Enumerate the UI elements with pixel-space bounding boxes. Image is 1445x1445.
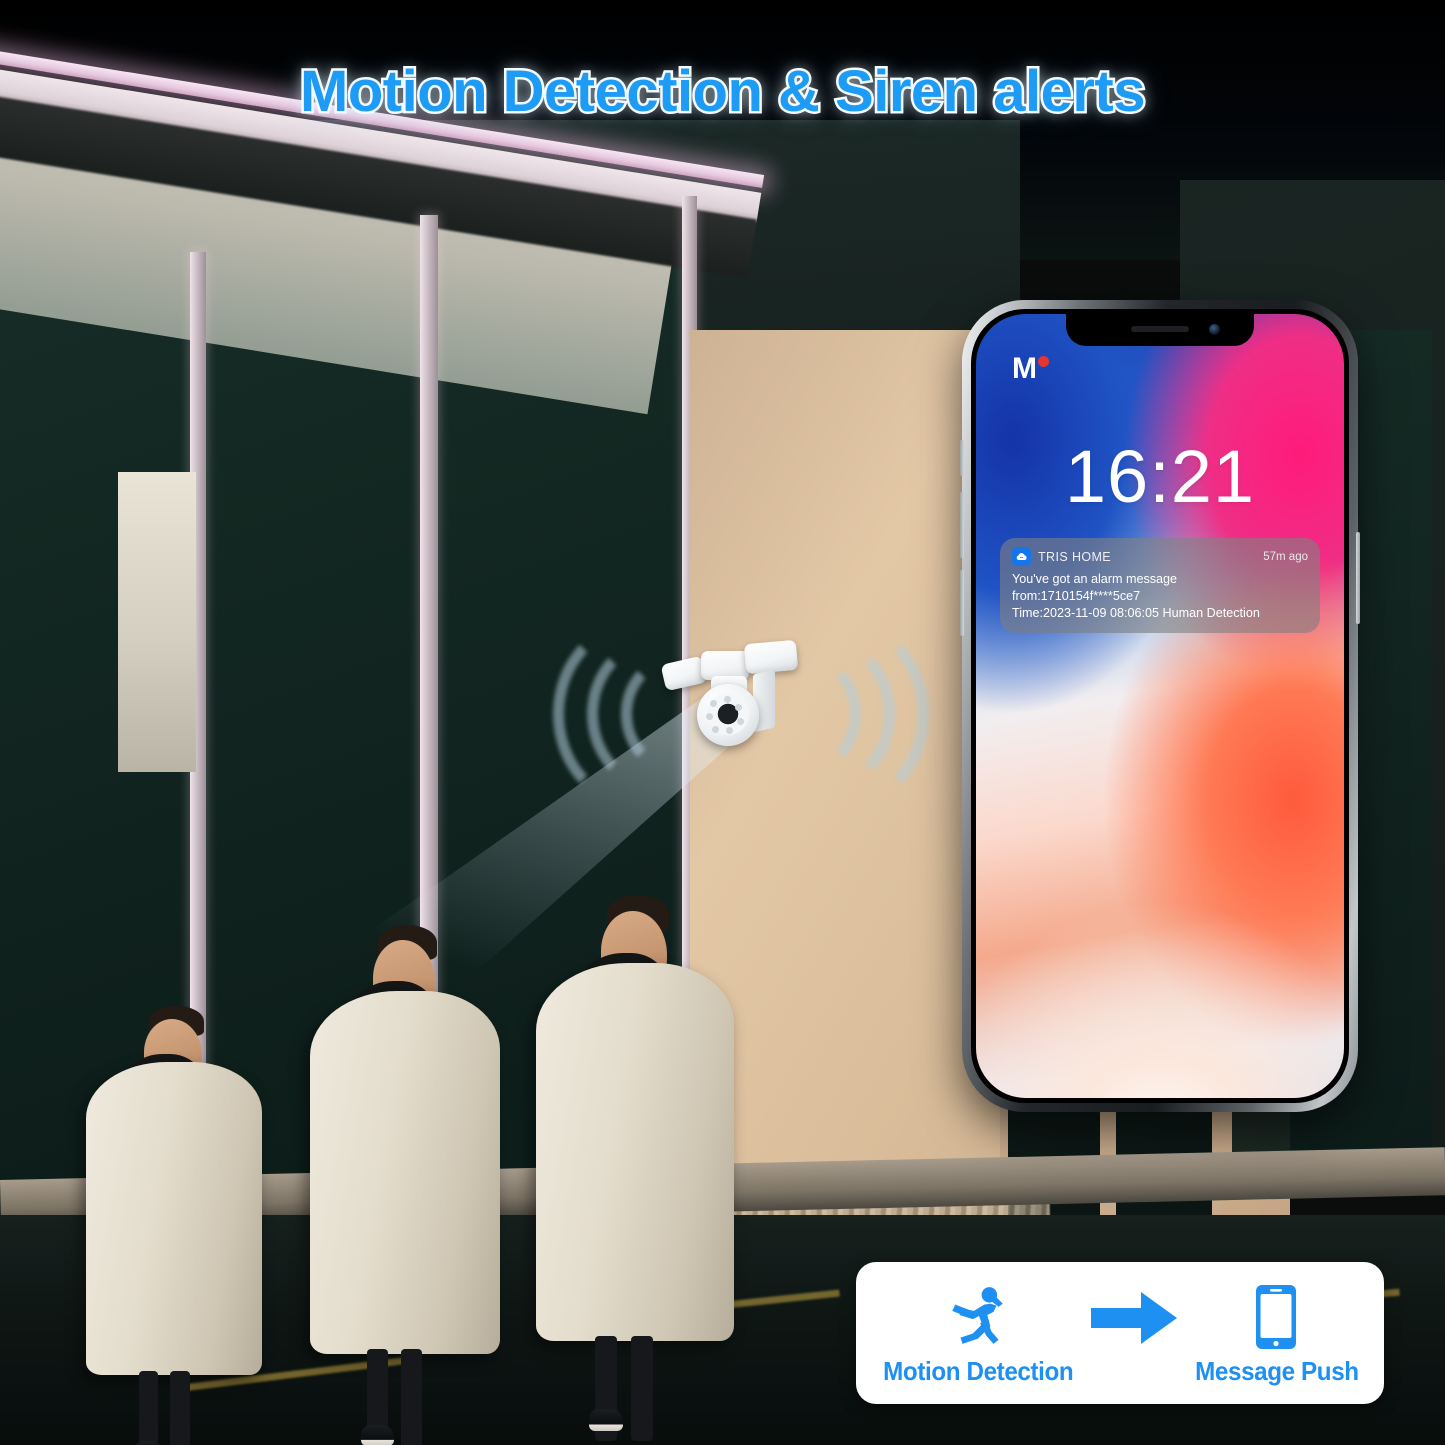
smartphone-icon [1254,1284,1298,1350]
front-camera-icon [1209,324,1220,335]
volume-down-button[interactable] [960,570,964,636]
logo-dot-icon [1038,356,1049,367]
lit-pillar [118,472,196,772]
person-walking [86,1005,262,1445]
camera-body [660,636,799,766]
carrier-logo: M [1012,354,1049,384]
product-marketing-image: M 16:21 TRIS HOME 57m ago You've got an … [0,0,1445,1445]
phone-bezel: M 16:21 TRIS HOME 57m ago You've got an … [971,309,1349,1103]
arrow-right-icon [1091,1264,1178,1402]
lockscreen-clock: 16:21 [1064,435,1256,518]
motion-detection-label: Motion Detection [882,1356,1074,1386]
notification-app-name: TRIS HOME [1038,549,1112,564]
notch [1066,314,1254,346]
floodlight-security-camera [553,608,929,810]
volume-down-button[interactable] [960,492,964,558]
feature-message-push: Message Push [1189,1279,1365,1387]
speaker-slot [1131,326,1189,332]
page-title: Motion Detection & Siren alerts [298,57,1148,127]
message-push-label: Message Push [1194,1356,1359,1386]
notification-banner[interactable]: TRIS HOME 57m ago You've got an alarm me… [1000,538,1320,633]
volume-up-button[interactable] [960,440,964,476]
carrier-logo-letter: M [1012,352,1037,385]
person-walking [310,924,500,1445]
feature-badge: Motion Detection Message Push [856,1262,1384,1404]
right-lamp [743,639,799,675]
person-walking [536,894,734,1441]
notification-timestamp: 57m ago [1263,550,1308,563]
cloud-icon [1012,547,1031,566]
running-person-icon [941,1284,1015,1350]
power-button[interactable] [1356,532,1360,624]
feature-motion-detection: Motion Detection [876,1279,1080,1387]
smartphone-mockup: M 16:21 TRIS HOME 57m ago You've got an … [960,300,1360,1112]
notification-line-2: Time:2023-11-09 08:06:05 Human Detection [1012,605,1260,620]
notification-header: TRIS HOME 57m ago [1012,547,1308,566]
notification-line-1: You've got an alarm message from:1710154… [1012,572,1178,603]
phone-screen[interactable]: M 16:21 TRIS HOME 57m ago You've got an … [976,314,1344,1098]
